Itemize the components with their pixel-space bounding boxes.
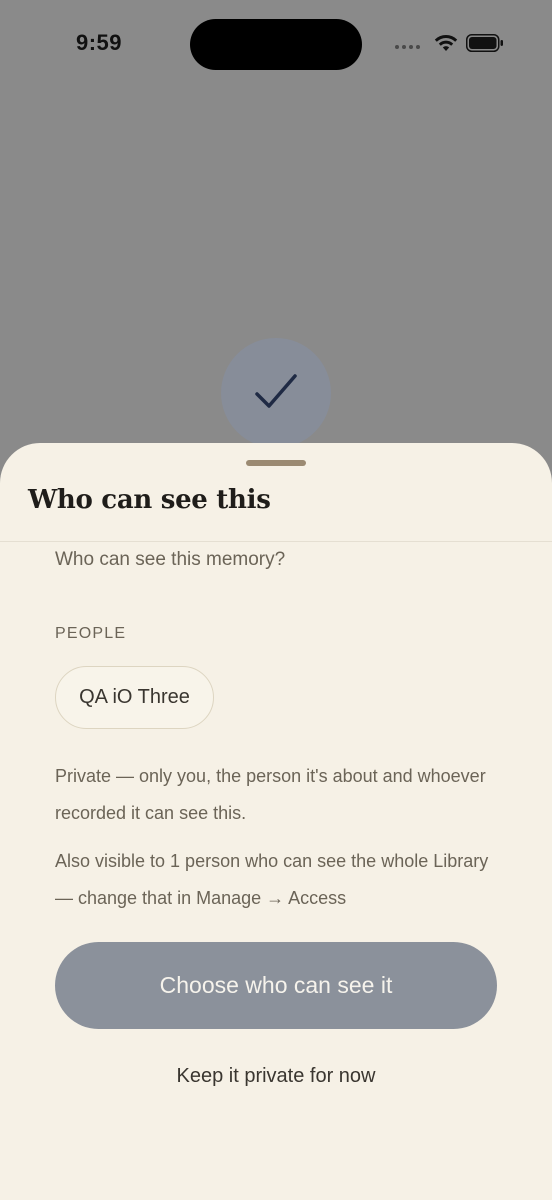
choose-who-can-see-button[interactable]: Choose who can see it [55,942,497,1029]
success-badge [221,338,331,448]
status-icons [395,34,504,52]
status-bar: 9:59 [0,0,552,90]
wifi-icon [434,34,458,51]
divider [0,541,552,542]
visibility-sheet: Who can see this Who can see this memory… [0,443,552,1200]
status-time: 9:59 [76,30,123,55]
cellular-signal-icon [395,45,420,49]
sheet-drag-handle[interactable] [246,460,306,466]
keep-private-button[interactable]: Keep it private for now [55,1058,497,1094]
dynamic-island [190,19,362,70]
checkmark-icon [255,374,297,408]
privacy-note: Private — only you, the person it's abou… [55,766,486,823]
battery-icon [466,34,503,52]
sheet-title: Who can see this [28,485,271,515]
people-section-label: PEOPLE [55,625,127,642]
person-chip[interactable]: QA iO Three [55,666,214,729]
library-access-note: Also visible to 1 person who can see the… [55,851,489,908]
visibility-question: Who can see this memory? [55,549,286,570]
